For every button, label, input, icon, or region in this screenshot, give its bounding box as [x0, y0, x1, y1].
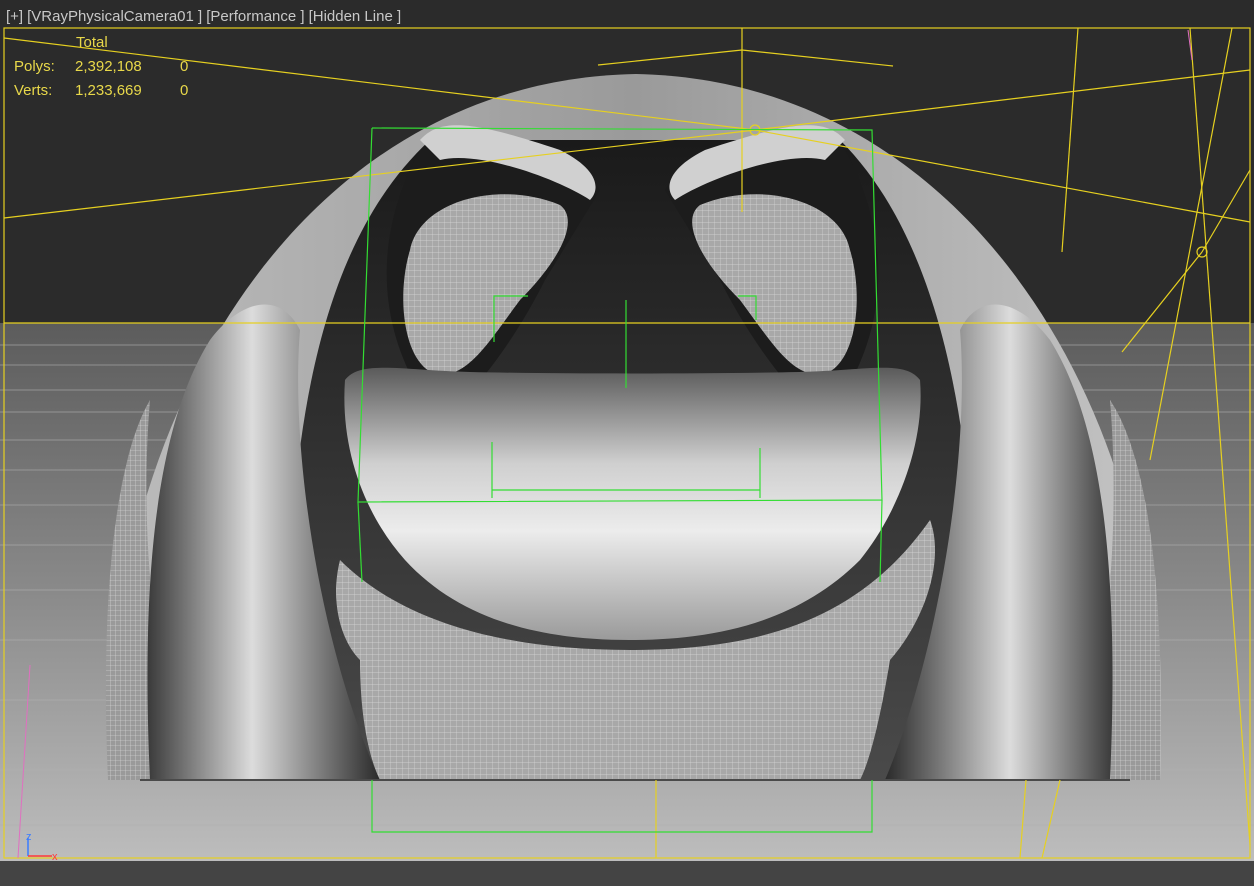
- viewport-label-menu: [+] [VRayPhysicalCamera01 ] [Performance…: [6, 8, 401, 28]
- polys-selected-value: 0: [180, 58, 189, 75]
- viewport-style-menu[interactable]: [Hidden Line ]: [309, 8, 402, 28]
- viewport-camera-menu[interactable]: [VRayPhysicalCamera01 ]: [27, 8, 202, 28]
- verts-total-value: 1,233,669: [75, 82, 142, 99]
- viewport-bottom-bar: [0, 861, 1254, 886]
- axis-tripod-icon: z x: [26, 831, 58, 862]
- verts-label: Verts:: [14, 82, 53, 99]
- viewport-plus-menu[interactable]: [+]: [6, 8, 23, 28]
- polys-label: Polys:: [14, 58, 55, 75]
- polys-total-value: 2,392,108: [75, 58, 142, 75]
- viewport-shading-menu[interactable]: [Performance ]: [206, 8, 304, 28]
- verts-selected-value: 0: [180, 82, 189, 99]
- axis-z-label: z: [26, 831, 32, 843]
- stats-total-header: Total: [76, 34, 108, 51]
- scene-canvas[interactable]: [0, 0, 1254, 886]
- camera-viewport[interactable]: [+] [VRayPhysicalCamera01 ] [Performance…: [0, 0, 1254, 886]
